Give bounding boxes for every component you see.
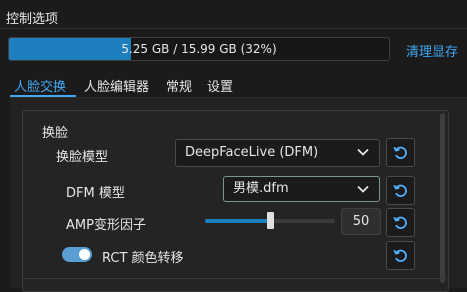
divider [0, 28, 467, 29]
reset-icon [393, 249, 407, 262]
chevron-down-icon [357, 148, 369, 156]
divider [22, 278, 447, 279]
rct-color-transfer-label: RCT 颜色转移 [102, 251, 184, 266]
vertical-scrollbar[interactable] [440, 113, 445, 283]
tab-general[interactable]: 常规 [166, 76, 192, 95]
reset-icon [393, 184, 407, 197]
reset-icon [393, 216, 407, 229]
reset-rct-button[interactable] [386, 241, 415, 270]
toggle-knob [79, 249, 90, 260]
reset-dfm-model-button[interactable] [386, 176, 415, 205]
clear-vram-button[interactable]: 清理显存 [406, 41, 458, 60]
tab-face-swap[interactable]: 人脸交换 [14, 76, 66, 95]
group-title: 换脸 [42, 126, 69, 141]
tab-face-editor[interactable]: 人脸编辑器 [84, 76, 149, 95]
panel-title: 控制选项 [6, 12, 59, 27]
reset-icon [393, 146, 407, 159]
rct-color-transfer-toggle[interactable] [62, 247, 92, 262]
swap-model-label: 换脸模型 [56, 150, 109, 165]
reset-swap-model-button[interactable] [386, 138, 415, 167]
swap-model-value: DeepFaceLive (DFM) [185, 145, 319, 160]
amp-value-input[interactable]: 50 [341, 208, 381, 235]
chevron-down-icon [357, 185, 369, 193]
dfm-model-label: DFM 模型 [66, 186, 125, 201]
vram-usage-bar: 5.25 GB / 15.99 GB (32%) [8, 37, 390, 61]
vram-usage-text: 5.25 GB / 15.99 GB (32%) [121, 42, 277, 56]
swap-model-dropdown[interactable]: DeepFaceLive (DFM) [175, 139, 380, 167]
dfm-model-value: 男模.dfm [233, 181, 289, 196]
dfm-model-dropdown[interactable]: 男模.dfm [223, 176, 380, 202]
reset-amp-button[interactable] [386, 208, 415, 237]
amp-slider-handle[interactable] [267, 212, 274, 229]
amp-slider-fill [205, 219, 270, 223]
amp-morph-factor-label: AMP变形因子 [66, 218, 146, 233]
tab-settings[interactable]: 设置 [207, 76, 233, 95]
